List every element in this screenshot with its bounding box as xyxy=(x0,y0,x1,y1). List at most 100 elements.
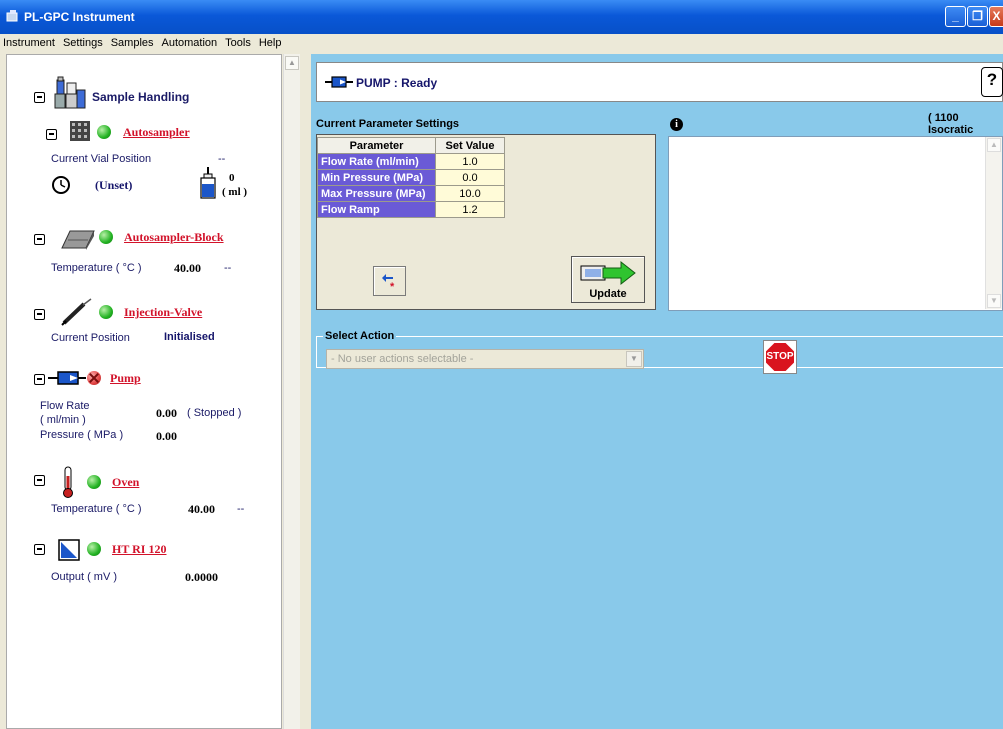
action-select-value: - No user actions selectable - xyxy=(331,353,474,365)
param-value-flow-rate[interactable]: 1.0 xyxy=(435,153,505,170)
column-header-set-value: Set Value xyxy=(435,137,505,154)
flow-rate-label: Flow Rate xyxy=(40,400,90,412)
detector-status-led xyxy=(87,542,101,556)
parameter-settings-title: Current Parameter Settings xyxy=(316,118,460,130)
vial-position-label: Current Vial Position xyxy=(51,153,152,165)
menu-bar: Instrument Settings Samples Automation Tools… xyxy=(0,34,1003,53)
oven-status-led xyxy=(87,475,101,489)
pump-error-led xyxy=(87,371,101,385)
info-scroll-down[interactable]: ▼ xyxy=(987,294,1001,308)
collapse-oven[interactable] xyxy=(34,475,45,486)
detector-icon xyxy=(58,539,80,561)
update-arrow-icon xyxy=(580,260,636,286)
chevron-down-icon[interactable]: ▼ xyxy=(626,351,642,367)
flow-rate-unit: ( ml/min ) xyxy=(40,414,86,426)
menu-instrument[interactable]: Instrument xyxy=(3,34,55,53)
menu-samples[interactable]: Samples xyxy=(111,34,154,53)
tree-scrollbar[interactable]: ▲ xyxy=(283,54,300,729)
sample-handling-icon xyxy=(54,76,86,109)
undo-icon: * xyxy=(382,274,395,291)
autosampler-time-value: (Unset) xyxy=(95,178,133,192)
detector-link[interactable]: HT RI 120 xyxy=(112,542,166,557)
title-bar: PL-GPC Instrument _ ❐ X xyxy=(0,0,1003,34)
reset-values-button[interactable]: * xyxy=(373,266,406,296)
vial-volume-icon xyxy=(200,167,216,199)
menu-settings[interactable]: Settings xyxy=(63,34,103,53)
parameter-table: Parameter Set Value Flow Rate (ml/min) 1… xyxy=(317,137,505,218)
autosampler-block-link[interactable]: Autosampler-Block xyxy=(124,230,224,245)
update-button-label: Update xyxy=(589,288,627,300)
scroll-up-arrow[interactable]: ▲ xyxy=(285,56,299,70)
info-icon: i xyxy=(670,118,683,131)
info-scroll-up[interactable]: ▲ xyxy=(987,138,1001,152)
param-value-flow-ramp[interactable]: 1.2 xyxy=(435,201,505,218)
detector-output-value: 0.0000 xyxy=(185,570,218,584)
model-note: ( 1100 Isocratic xyxy=(928,112,974,136)
action-select[interactable]: - No user actions selectable - ▼ xyxy=(326,349,644,369)
flow-rate-value: 0.00 xyxy=(156,406,177,420)
table-row: Flow Ramp 1.2 xyxy=(317,201,505,218)
autosampler-block-status-led xyxy=(99,230,113,244)
collapse-sample-handling[interactable] xyxy=(34,92,45,103)
info-scrollbar[interactable]: ▲ ▼ xyxy=(985,137,1002,309)
collapse-autosampler-block[interactable] xyxy=(34,234,45,245)
autosampler-status-led xyxy=(97,125,111,139)
injection-valve-status-led xyxy=(99,305,113,319)
select-action-title: Select Action xyxy=(323,330,397,342)
table-row: Flow Rate (ml/min) 1.0 xyxy=(317,153,505,170)
param-value-min-pressure[interactable]: 0.0 xyxy=(435,169,505,186)
column-header-parameter: Parameter xyxy=(317,137,436,154)
menu-help[interactable]: Help xyxy=(259,34,282,53)
volume-unit: ( ml ) xyxy=(222,186,248,198)
section-title: Sample Handling xyxy=(92,90,190,104)
valve-position-label: Current Position xyxy=(51,332,130,344)
collapse-pump[interactable] xyxy=(34,374,45,385)
autosampler-rack-icon xyxy=(70,121,90,141)
block-temperature-label: Temperature ( °C ) xyxy=(51,262,142,274)
restore-button[interactable]: ❐ xyxy=(967,6,988,27)
param-name-max-pressure: Max Pressure (MPa) xyxy=(317,185,436,202)
pump-status-icon xyxy=(325,76,353,88)
injection-valve-link[interactable]: Injection-Valve xyxy=(124,305,202,320)
pressure-label: Pressure ( MPa ) xyxy=(40,429,124,441)
pressure-value: 0.00 xyxy=(156,429,177,443)
sample-block-icon xyxy=(61,230,95,250)
param-value-max-pressure[interactable]: 10.0 xyxy=(435,185,505,202)
collapse-injection-valve[interactable] xyxy=(34,309,45,320)
param-name-flow-rate: Flow Rate (ml/min) xyxy=(317,153,436,170)
oven-temperature-value: 40.00 xyxy=(188,502,215,516)
menu-automation[interactable]: Automation xyxy=(162,34,218,53)
stop-button-label: STOP xyxy=(766,351,794,362)
vial-position-value: -- xyxy=(218,153,226,165)
pump-link[interactable]: Pump xyxy=(110,371,141,386)
volume-value: 0 xyxy=(229,172,235,184)
pump-icon xyxy=(48,371,86,385)
stop-button[interactable]: STOP xyxy=(763,340,797,374)
block-temperature-extra: -- xyxy=(224,262,232,274)
update-button[interactable]: Update xyxy=(571,256,645,303)
collapse-autosampler[interactable] xyxy=(46,129,57,140)
oven-temperature-extra: -- xyxy=(237,503,245,515)
help-button[interactable]: ? xyxy=(981,67,1003,97)
menu-tools[interactable]: Tools xyxy=(225,34,251,53)
app-icon xyxy=(6,10,18,22)
minimize-button[interactable]: _ xyxy=(945,6,966,27)
oven-temperature-label: Temperature ( °C ) xyxy=(51,503,142,515)
block-temperature-value: 40.00 xyxy=(174,261,201,275)
table-row: Min Pressure (MPa) 0.0 xyxy=(317,169,505,186)
info-text-area[interactable] xyxy=(668,136,1003,311)
valve-position-value: Initialised xyxy=(164,331,215,343)
panel-splitter[interactable] xyxy=(300,54,311,729)
oven-link[interactable]: Oven xyxy=(112,475,139,490)
autosampler-link[interactable]: Autosampler xyxy=(123,125,190,140)
table-row: Max Pressure (MPa) 10.0 xyxy=(317,185,505,202)
detector-output-label: Output ( mV ) xyxy=(51,571,118,583)
close-button[interactable]: X xyxy=(989,6,1003,27)
clock-icon xyxy=(52,176,70,194)
syringe-icon xyxy=(61,298,92,326)
flow-rate-state: ( Stopped ) xyxy=(187,407,242,419)
param-name-min-pressure: Min Pressure (MPa) xyxy=(317,169,436,186)
status-header: PUMP : Ready xyxy=(316,62,1003,102)
collapse-detector[interactable] xyxy=(34,544,45,555)
svg-text:*: * xyxy=(390,281,395,291)
